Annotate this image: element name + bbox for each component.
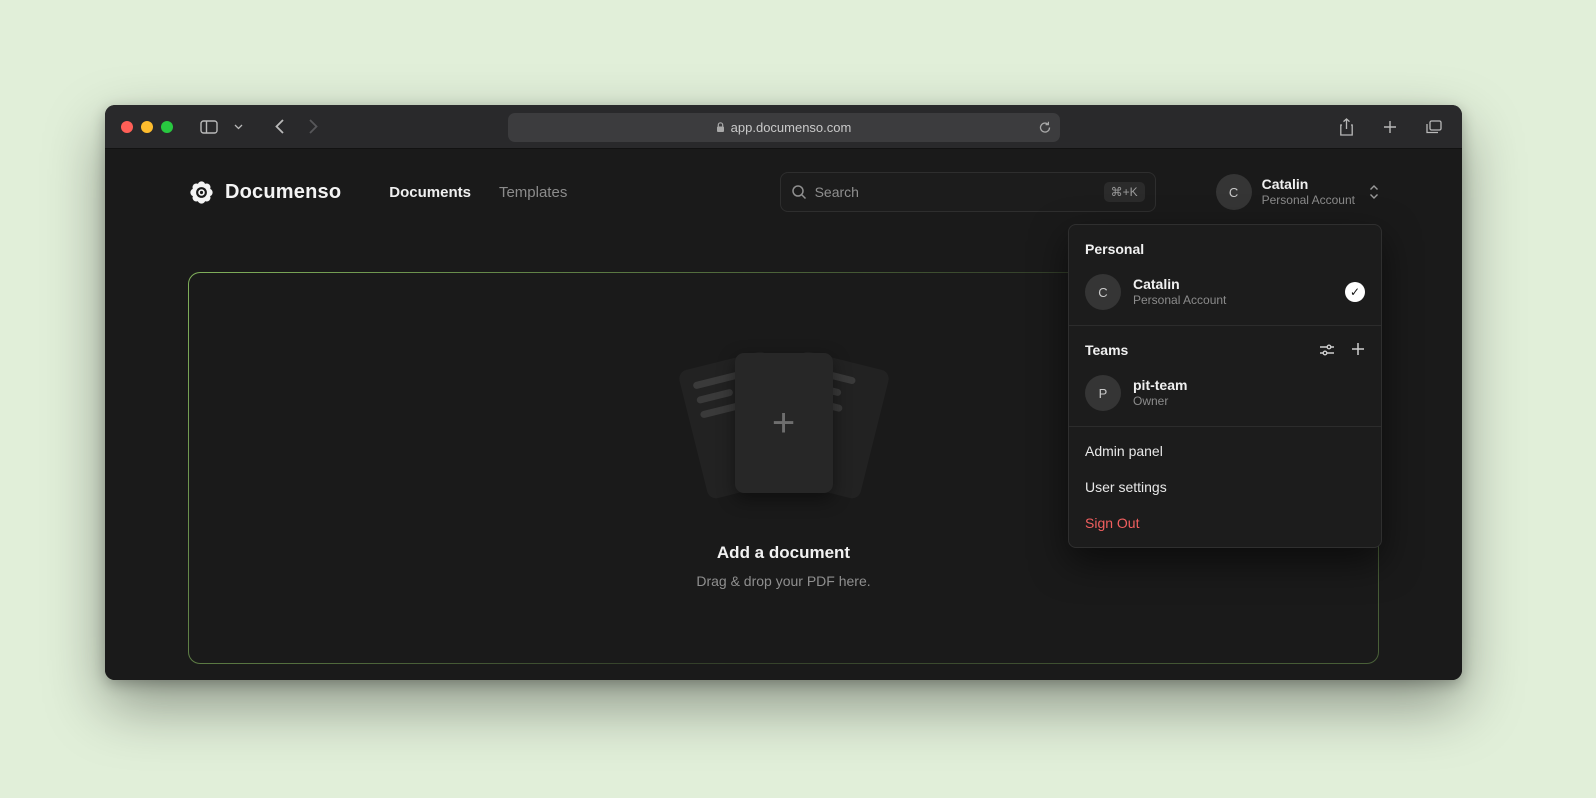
account-dropdown-menu: Personal C Catalin Personal Account ✓ Te…	[1068, 224, 1382, 548]
avatar: C	[1085, 274, 1121, 310]
new-tab-icon[interactable]	[1378, 115, 1402, 139]
url-text: app.documenso.com	[731, 120, 852, 135]
card-front: +	[735, 353, 833, 493]
menu-divider	[1069, 325, 1381, 326]
add-team-icon[interactable]	[1351, 342, 1365, 358]
plus-icon: +	[772, 403, 795, 443]
forward-button[interactable]	[301, 115, 325, 139]
menu-account-name: Catalin	[1133, 275, 1226, 293]
account-type: Personal Account	[1262, 193, 1355, 208]
search-bar[interactable]: ⌘+K	[780, 172, 1156, 212]
dropzone-title: Add a document	[717, 543, 850, 563]
back-button[interactable]	[267, 115, 291, 139]
nav-item-templates[interactable]: Templates	[499, 184, 567, 201]
sidebar-toggle-icon[interactable]	[197, 115, 221, 139]
avatar: P	[1085, 375, 1121, 411]
menu-item-sign-out[interactable]: Sign Out	[1069, 505, 1381, 541]
menu-personal-account-item[interactable]: C Catalin Personal Account ✓	[1069, 265, 1381, 319]
chevron-down-icon[interactable]	[231, 115, 245, 139]
reload-icon[interactable]	[1039, 121, 1051, 134]
document-cards-illustration: +	[674, 347, 894, 507]
browser-titlebar: app.documenso.com	[105, 105, 1462, 149]
zoom-window-button[interactable]	[161, 121, 173, 133]
avatar: C	[1216, 174, 1252, 210]
tab-overview-icon[interactable]	[1422, 115, 1446, 139]
menu-teams-header: Teams	[1085, 342, 1128, 358]
search-shortcut-badge: ⌘+K	[1104, 182, 1145, 202]
traffic-lights	[121, 121, 173, 133]
minimize-window-button[interactable]	[141, 121, 153, 133]
card-line	[696, 388, 734, 404]
main-nav: Documents Templates	[389, 184, 567, 201]
browser-window: app.documenso.com	[105, 105, 1462, 680]
lock-icon	[716, 122, 725, 133]
team-role: Owner	[1133, 394, 1187, 410]
selected-check-icon: ✓	[1345, 282, 1365, 302]
dropzone-subtitle: Drag & drop your PDF here.	[696, 573, 870, 589]
search-input[interactable]	[815, 184, 1096, 200]
app-header: Documenso Documents Templates ⌘+K C Cata…	[188, 149, 1379, 235]
search-icon	[791, 184, 807, 200]
manage-teams-icon[interactable]	[1319, 342, 1335, 358]
documenso-logo-icon	[188, 179, 215, 206]
team-name: pit-team	[1133, 376, 1187, 394]
menu-item-admin-panel[interactable]: Admin panel	[1069, 433, 1381, 469]
close-window-button[interactable]	[121, 121, 133, 133]
menu-divider	[1069, 426, 1381, 427]
menu-account-type: Personal Account	[1133, 293, 1226, 309]
menu-teams-header-row: Teams	[1069, 332, 1381, 366]
menu-personal-header: Personal	[1069, 231, 1381, 265]
account-name: Catalin	[1262, 176, 1355, 194]
card-line	[692, 371, 740, 389]
brand-name: Documenso	[225, 181, 341, 204]
menu-team-item[interactable]: P pit-team Owner	[1069, 366, 1381, 420]
chevron-up-down-icon	[1369, 184, 1379, 200]
nav-item-documents[interactable]: Documents	[389, 184, 471, 201]
menu-item-user-settings[interactable]: User settings	[1069, 469, 1381, 505]
share-icon[interactable]	[1334, 115, 1358, 139]
account-menu-trigger[interactable]: C Catalin Personal Account	[1216, 174, 1379, 210]
brand[interactable]: Documenso	[188, 179, 341, 206]
address-bar[interactable]: app.documenso.com	[508, 113, 1060, 142]
